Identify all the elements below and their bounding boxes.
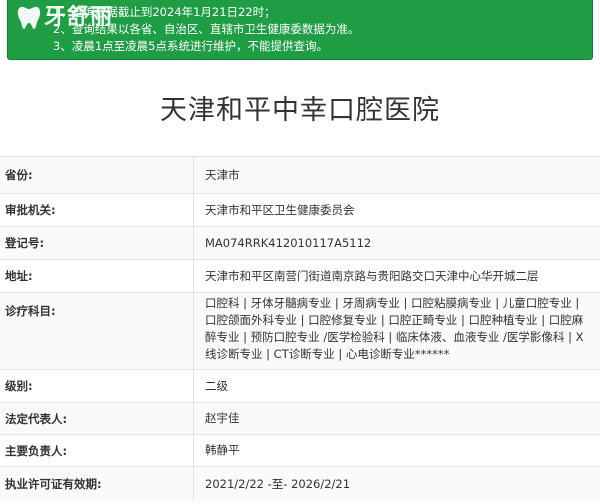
info-row-address: 地址: 天津市和平区南营门街道南京路与贵阳路交口天津中心华开城二层	[0, 259, 600, 292]
row-label: 地址:	[0, 260, 194, 292]
info-table: 省份: 天津市 审批机关: 天津市和平区卫生健康委员会 登记号: MA074RR…	[0, 156, 600, 501]
row-label: 登记号:	[0, 227, 194, 259]
notice-line-2: 2、查询结果以各省、自治区、直辖市卫生健康委数据为准。	[53, 22, 360, 36]
row-value: 韩静平	[205, 443, 240, 457]
notice-line-1: 1、查询数据截止到2024年1月21日22时；	[53, 5, 276, 19]
info-row-legal-rep: 法定代表人: 赵宇佳	[0, 402, 600, 434]
info-row-authority: 审批机关: 天津市和平区卫生健康委员会	[0, 193, 600, 226]
logo-text: 牙舒丽	[44, 3, 114, 30]
info-row-province: 省份: 天津市	[0, 156, 600, 193]
info-row-level: 级别: 二级	[0, 369, 600, 402]
row-value: 2021/2/22 -至- 2026/2/21	[205, 476, 351, 491]
row-label: 主要负责人:	[0, 435, 194, 466]
info-row-registration: 登记号: MA074RRK412010117A5112	[0, 226, 600, 259]
info-row-license-validity: 执业许可证有效期: 2021/2/22 -至- 2026/2/21	[0, 466, 600, 501]
page-title: 天津和平中幸口腔医院	[160, 95, 440, 126]
row-value: 赵宇佳	[205, 411, 240, 425]
notice-banner: 牙舒丽 1、查询数据截止到2024年1月21日22时； 2、查询结果以各省、自治…	[7, 0, 593, 60]
row-value: 天津市	[205, 167, 240, 182]
row-label: 诊疗科目:	[0, 293, 194, 369]
info-row-departments: 诊疗科目: 口腔科 | 牙体牙髓病专业 | 牙周病专业 | 口腔粘膜病专业 | …	[0, 292, 600, 369]
row-label: 审批机关:	[0, 194, 194, 226]
row-value: 天津市和平区南营门街道南京路与贵阳路交口天津中心华开城二层	[205, 268, 539, 283]
row-label: 省份:	[0, 157, 194, 193]
row-value: MA074RRK412010117A5112	[205, 235, 372, 250]
row-value: 天津市和平区卫生健康委员会	[205, 202, 355, 217]
notice-line-3: 3、凌晨1点至凌晨5点系统进行维护，不能提供查询。	[53, 39, 328, 53]
info-row-principal: 主要负责人: 韩静平	[0, 434, 600, 466]
tooth-icon	[17, 6, 41, 30]
row-label: 法定代表人:	[0, 403, 194, 434]
row-value: 口腔科 | 牙体牙髓病专业 | 牙周病专业 | 口腔粘膜病专业 | 儿童口腔专业…	[205, 296, 584, 361]
logo: 牙舒丽	[16, 3, 113, 31]
row-label: 级别:	[0, 370, 194, 402]
row-value: 二级	[205, 378, 228, 393]
row-label: 执业许可证有效期:	[0, 467, 194, 501]
